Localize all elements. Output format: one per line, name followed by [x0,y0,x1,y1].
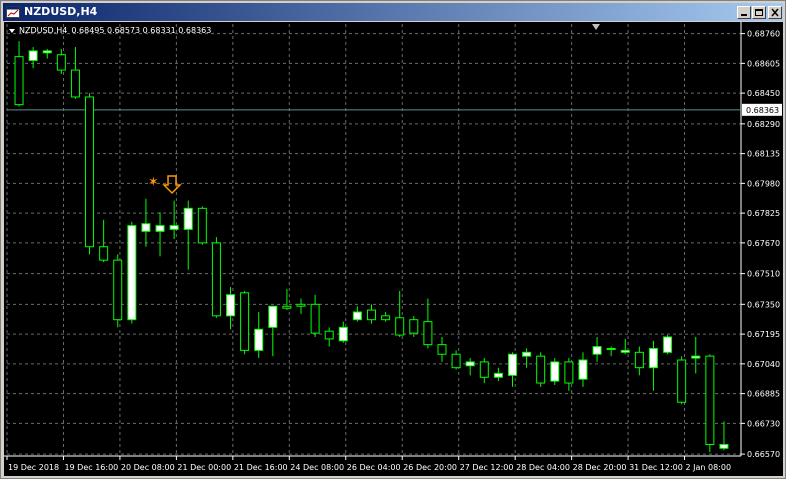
candle-bullish [465,361,475,367]
price-axis-label: 0.67350 [747,300,780,309]
restore-button[interactable] [752,6,766,19]
time-axis-label: 2 Jan 08:00 [686,463,732,472]
candle-bearish [451,353,461,369]
current-price-label: 0.68363 [746,106,779,115]
candle-bullish [691,355,701,359]
time-axis-label: 21 Dec 16:00 [234,463,288,472]
candle-bullish [155,225,165,232]
candle-bearish [85,96,95,248]
candle-bullish [522,351,532,357]
ohlc-values: 0.68495 0.68573 0.68331 0.68363 [71,26,212,35]
price-axis-label: 0.66570 [747,450,780,459]
minimize-icon [741,14,747,16]
price-axis-label: 0.68135 [747,150,780,159]
price-axis-label: 0.68290 [747,120,780,129]
candle-bearish [70,69,80,98]
candle-bearish [536,355,546,384]
time-axis-label: 28 Dec 20:00 [573,463,627,472]
candle-bullish [169,225,179,230]
price-axis-label: 0.66885 [747,390,780,399]
star-icon: ✶ [148,175,159,190]
minimize-button[interactable] [737,6,751,19]
price-axis-label: 0.68760 [747,30,780,39]
time-axis-label: 28 Dec 04:00 [516,463,570,472]
chart-window-icon [6,6,20,18]
candle-bearish [296,303,306,307]
candle-bullish [620,349,630,353]
candle-bullish [226,294,236,317]
time-axis-label: 26 Dec 04:00 [347,463,401,472]
candle-bullish [268,305,278,328]
candle-bullish [141,223,151,232]
time-axis-label: 26 Dec 20:00 [403,463,457,472]
price-axis-label: 0.67510 [747,270,780,279]
candle-bearish [677,359,687,403]
chart-area[interactable]: 0.68760 0.68605 0.68450 0.68290 0.68135 0.679… [4,22,783,476]
chart-shift-marker-icon [592,24,600,30]
time-axis-label: 19 Dec 16:00 [64,463,118,472]
candle-bearish [409,319,419,334]
candle-bearish [564,361,574,384]
candle-bullish [648,347,658,369]
candle-bearish [99,246,109,261]
price-axis-label: 0.67670 [747,239,780,248]
candle-bullish [127,225,137,321]
time-axis-label: 20 Dec 08:00 [121,463,175,472]
candle-bearish [634,351,644,369]
candle-bearish [324,330,334,340]
candle-bearish [14,56,24,106]
candle-bullish [254,328,264,351]
candle-bullish [719,443,729,449]
candle-bearish [56,54,66,71]
candle-bearish [367,309,376,321]
chart-menu-triangle-icon [9,29,15,33]
price-axis-label: 0.68450 [747,89,780,98]
candle-bullish [578,359,588,380]
candle-bearish [197,207,207,244]
candle-bullish [550,361,560,382]
ohlc-header: NZDUSD,H4 0.68495 0.68573 0.68331 0.68363 [19,26,211,35]
candle-bearish [211,242,221,317]
chart-window: NZDUSD,H4 0.68760 0.68605 0.68450 0.68290 0.… [0,0,786,479]
candle-bearish [240,292,250,351]
down-arrow-icon [162,175,182,195]
candle-bullish [28,50,38,61]
candle-bullish [183,207,193,230]
candle-bullish [507,353,517,376]
candle-bearish [423,321,433,346]
price-axis-label: 0.68605 [747,59,780,68]
time-axis-label: 31 Dec 12:00 [629,463,683,472]
candle-bullish [592,346,602,355]
candle-bullish [42,50,52,54]
price-axis-label: 0.66730 [747,419,780,428]
time-axis-label: 24 Dec 08:00 [290,463,344,472]
candle-bearish [705,355,715,445]
candle-bullish [663,336,673,353]
window-titlebar[interactable]: NZDUSD,H4 [3,3,783,21]
candle-bearish [381,315,391,321]
price-axis-label: 0.67980 [747,179,780,188]
candle-bearish [395,317,405,336]
candle-bullish [493,372,503,378]
restore-icon [755,9,763,16]
close-icon [771,8,779,17]
window-title: NZDUSD,H4 [24,5,98,18]
price-axis-label: 0.67195 [747,330,780,339]
candle-bearish [310,303,320,334]
candle-bearish [282,305,292,309]
symbol-timeframe: NZDUSD,H4 [19,26,68,35]
candle-bullish [338,326,348,342]
candle-bearish [437,344,447,355]
time-axis-label: 27 Dec 12:00 [460,463,514,472]
price-axis-label: 0.67040 [747,360,780,369]
candle-bullish [606,347,616,350]
candle-bearish [113,259,123,321]
close-button[interactable] [768,6,782,19]
candle-bearish [479,361,489,378]
time-axis-label: 19 Dec 2018 [8,463,59,472]
price-axis-label: 0.67825 [747,209,780,218]
time-axis-label: 21 Dec 00:00 [177,463,231,472]
candlestick-chart[interactable]: 0.68760 0.68605 0.68450 0.68290 0.68135 0.679… [4,22,783,476]
candle-bullish [352,311,362,321]
